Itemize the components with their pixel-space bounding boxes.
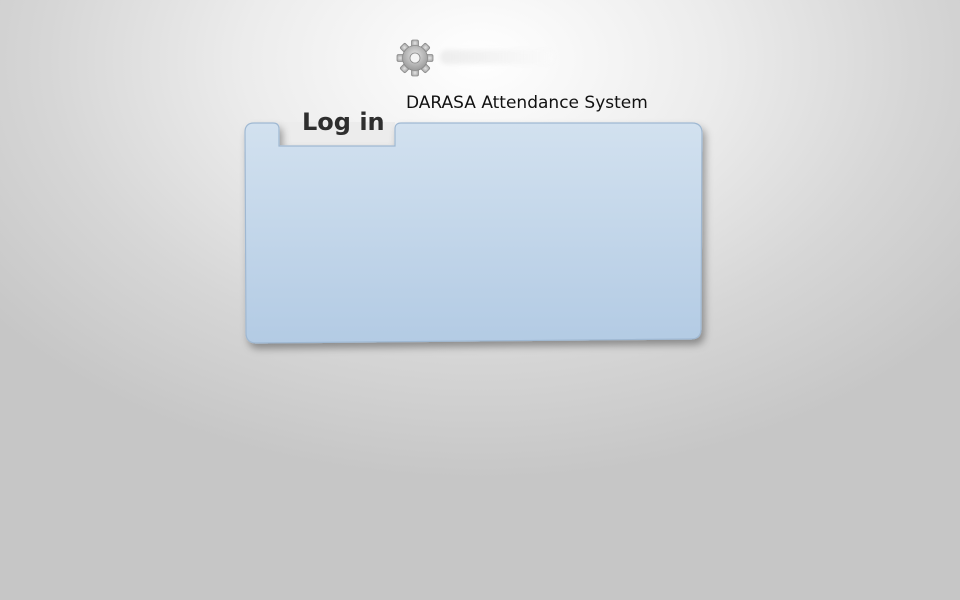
login-tab-label[interactable]: Log in <box>302 108 385 136</box>
app-title: DARASA Attendance System <box>406 93 648 113</box>
login-panel <box>244 122 704 346</box>
login-panel-shape <box>244 122 703 344</box>
gear-icon <box>396 39 434 77</box>
logo-wordmark <box>440 50 554 64</box>
